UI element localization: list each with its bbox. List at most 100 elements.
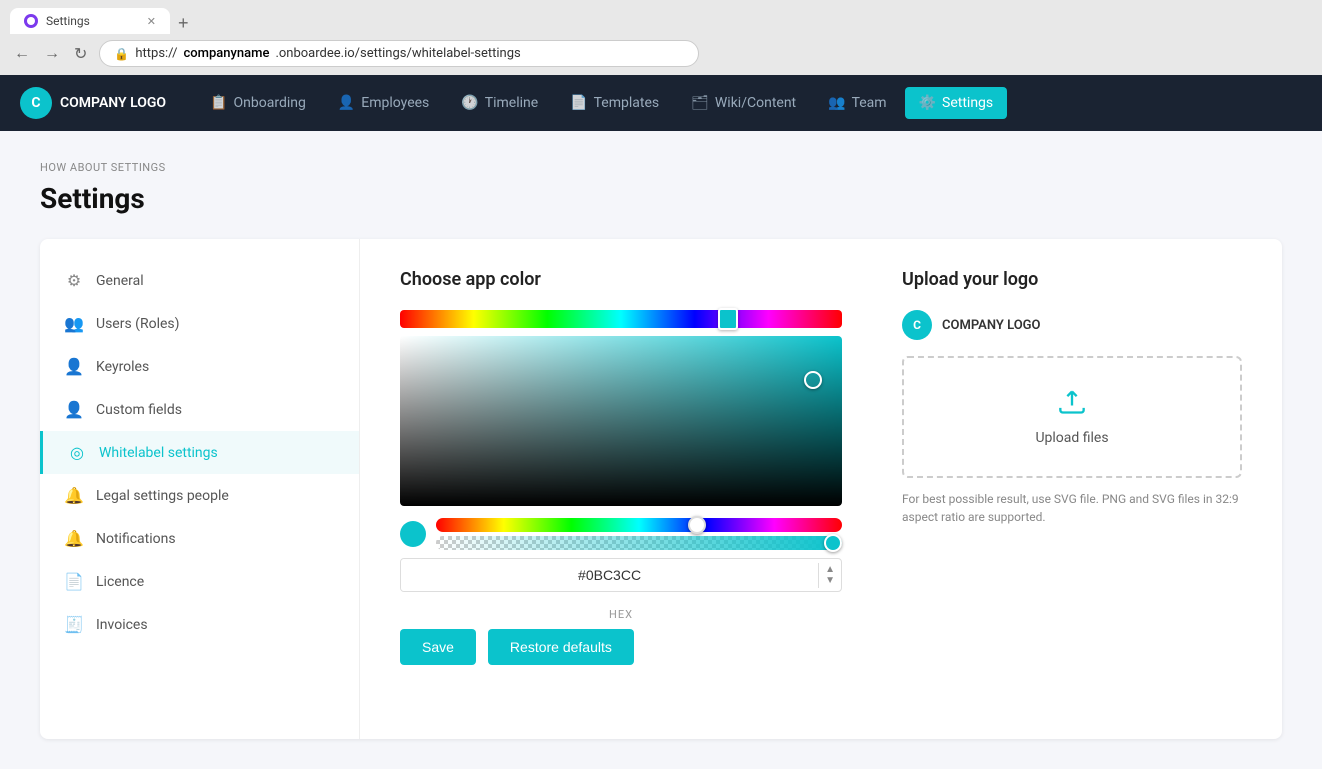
licence-icon: 📄 bbox=[64, 572, 84, 591]
sidebar-item-notifications[interactable]: 🔔 Notifications bbox=[40, 517, 359, 560]
page-title: Settings bbox=[40, 182, 1282, 215]
nav-item-settings[interactable]: ⚙️ Settings bbox=[905, 87, 1008, 119]
back-button[interactable]: ← bbox=[10, 43, 34, 65]
upload-label: Upload files bbox=[1035, 430, 1108, 446]
save-button[interactable]: Save bbox=[400, 629, 476, 665]
nav-label-team: Team bbox=[852, 95, 887, 111]
hex-input[interactable] bbox=[401, 559, 818, 591]
hex-input-row: ▲ ▼ bbox=[400, 558, 842, 592]
sidebar-label-legal-settings: Legal settings people bbox=[96, 488, 229, 504]
employees-icon: 👤 bbox=[338, 95, 355, 111]
browser-tab[interactable]: Settings ✕ bbox=[10, 8, 170, 34]
color-preview-dot bbox=[400, 521, 426, 547]
nav-label-templates: Templates bbox=[594, 95, 660, 111]
nav-item-team[interactable]: 👥 Team bbox=[814, 87, 900, 119]
address-bar[interactable]: 🔒 https:// companyname .onboardee.io/setti… bbox=[99, 40, 699, 67]
rainbow-slider[interactable] bbox=[436, 518, 842, 532]
rainbow-thumb[interactable] bbox=[688, 516, 706, 534]
keyroles-icon: 👤 bbox=[64, 357, 84, 376]
restore-defaults-button[interactable]: Restore defaults bbox=[488, 629, 634, 665]
logo-text: COMPANY LOGO bbox=[60, 95, 166, 111]
new-tab-button[interactable]: + bbox=[172, 13, 195, 34]
page-content: HOW ABOUT SETTINGS Settings ⚙ General 👥 … bbox=[0, 131, 1322, 769]
timeline-icon: 🕐 bbox=[461, 95, 478, 111]
company-logo: C COMPANY LOGO bbox=[20, 87, 166, 119]
nav-item-templates[interactable]: 📄 Templates bbox=[556, 87, 673, 119]
logo-preview-circle: C bbox=[902, 310, 932, 340]
sidebar-label-custom-fields: Custom fields bbox=[96, 402, 182, 418]
sidebar-item-legal-settings[interactable]: 🔔 Legal settings people bbox=[40, 474, 359, 517]
color-picker-section: Choose app color bbox=[400, 269, 842, 709]
sidebar-item-whitelabel[interactable]: ◎ Whitelabel settings bbox=[40, 431, 359, 474]
nav-label-timeline: Timeline bbox=[485, 95, 538, 111]
url-suffix: .onboardee.io/settings/whitelabel-settin… bbox=[275, 46, 520, 61]
hex-arrow-up[interactable]: ▲ bbox=[825, 565, 835, 575]
address-bar-row: ← → ↻ 🔒 https:// companyname .onboardee.io… bbox=[0, 34, 1322, 75]
sidebar-item-invoices[interactable]: 🧾 Invoices bbox=[40, 603, 359, 646]
nav-items: 📋 Onboarding 👤 Employees 🕐 Timeline 📄 Te… bbox=[196, 87, 1302, 119]
sliders-row bbox=[400, 518, 842, 550]
color-gradient[interactable] bbox=[400, 336, 842, 506]
notifications-icon: 🔔 bbox=[64, 529, 84, 548]
upload-icon bbox=[1058, 388, 1086, 422]
sidebar-label-users-roles: Users (Roles) bbox=[96, 316, 180, 332]
general-icon: ⚙ bbox=[64, 271, 84, 290]
sidebar-item-general[interactable]: ⚙ General bbox=[40, 259, 359, 302]
sidebar-label-notifications: Notifications bbox=[96, 531, 176, 547]
opacity-slider[interactable] bbox=[436, 536, 842, 550]
logo-circle: C bbox=[20, 87, 52, 119]
logo-preview: C COMPANY LOGO bbox=[902, 310, 1242, 340]
nav-label-onboarding: Onboarding bbox=[234, 95, 306, 111]
action-buttons: Save Restore defaults bbox=[400, 629, 842, 665]
sidebar-item-licence[interactable]: 📄 Licence bbox=[40, 560, 359, 603]
url-prefix: https:// bbox=[135, 46, 177, 61]
custom-fields-icon: 👤 bbox=[64, 400, 84, 419]
settings-content: Choose app color bbox=[360, 239, 1282, 739]
nav-label-wiki: Wiki/Content bbox=[715, 95, 796, 111]
gradient-thumb[interactable] bbox=[804, 371, 822, 389]
app-navbar: C COMPANY LOGO 📋 Onboarding 👤 Employees … bbox=[0, 75, 1322, 131]
slider-stack bbox=[436, 518, 842, 550]
lock-icon: 🔒 bbox=[114, 47, 129, 61]
nav-item-employees[interactable]: 👤 Employees bbox=[324, 87, 443, 119]
sidebar-label-whitelabel: Whitelabel settings bbox=[99, 445, 218, 461]
upload-hint: For best possible result, use SVG file. … bbox=[902, 490, 1242, 526]
users-roles-icon: 👥 bbox=[64, 314, 84, 333]
tab-favicon bbox=[24, 14, 38, 28]
url-highlight: companyname bbox=[184, 46, 270, 61]
opacity-thumb[interactable] bbox=[824, 534, 842, 552]
templates-icon: 📄 bbox=[570, 95, 587, 111]
nav-item-wiki[interactable]: 🗂 Wiki/Content bbox=[677, 87, 810, 119]
settings-sidebar: ⚙ General 👥 Users (Roles) 👤 Keyroles 👤 C… bbox=[40, 239, 360, 739]
reload-button[interactable]: ↻ bbox=[70, 42, 91, 66]
whitelabel-icon: ◎ bbox=[67, 443, 87, 462]
team-icon: 👥 bbox=[828, 95, 845, 111]
sidebar-item-custom-fields[interactable]: 👤 Custom fields bbox=[40, 388, 359, 431]
sidebar-label-licence: Licence bbox=[96, 574, 144, 590]
tab-close-button[interactable]: ✕ bbox=[147, 15, 156, 28]
settings-icon: ⚙️ bbox=[919, 95, 936, 111]
upload-logo-section: Upload your logo C COMPANY LOGO Upload f… bbox=[902, 269, 1242, 709]
sidebar-label-invoices: Invoices bbox=[96, 617, 148, 633]
hue-bar[interactable] bbox=[400, 310, 842, 328]
sidebar-item-keyroles[interactable]: 👤 Keyroles bbox=[40, 345, 359, 388]
page-subtitle: HOW ABOUT SETTINGS bbox=[40, 161, 1282, 174]
sidebar-label-keyroles: Keyroles bbox=[96, 359, 149, 375]
nav-label-employees: Employees bbox=[361, 95, 429, 111]
sidebar-item-users-roles[interactable]: 👥 Users (Roles) bbox=[40, 302, 359, 345]
invoices-icon: 🧾 bbox=[64, 615, 84, 634]
forward-button[interactable]: → bbox=[40, 43, 64, 65]
main-card: ⚙ General 👥 Users (Roles) 👤 Keyroles 👤 C… bbox=[40, 239, 1282, 739]
nav-item-onboarding[interactable]: 📋 Onboarding bbox=[196, 87, 320, 119]
hex-arrow-down[interactable]: ▼ bbox=[825, 576, 835, 586]
hex-arrows: ▲ ▼ bbox=[818, 563, 841, 588]
logo-preview-text: COMPANY LOGO bbox=[942, 318, 1041, 333]
hue-thumb[interactable] bbox=[718, 308, 738, 330]
upload-title: Upload your logo bbox=[902, 269, 1242, 290]
color-picker-title: Choose app color bbox=[400, 269, 842, 290]
nav-item-timeline[interactable]: 🕐 Timeline bbox=[447, 87, 552, 119]
upload-box[interactable]: Upload files bbox=[902, 356, 1242, 478]
tab-title: Settings bbox=[46, 14, 90, 28]
nav-label-settings: Settings bbox=[942, 95, 993, 111]
sidebar-label-general: General bbox=[96, 273, 144, 289]
